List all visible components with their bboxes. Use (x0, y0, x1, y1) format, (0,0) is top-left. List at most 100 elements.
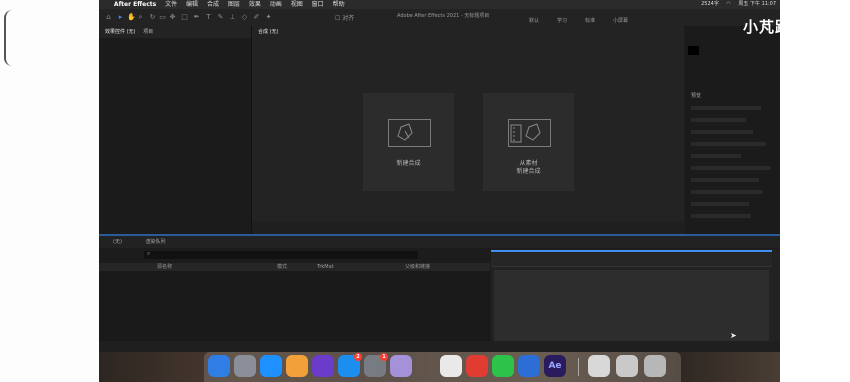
preview-row (691, 154, 741, 158)
pan-behind-tool-icon[interactable]: ✥ (169, 14, 176, 21)
info-preview-panel: 预览 (685, 26, 780, 234)
preview-row (691, 106, 761, 110)
timeline-track-area[interactable] (494, 270, 769, 341)
from-footage-label-2: 新建合成 (516, 168, 541, 175)
chrome-icon[interactable] (440, 355, 462, 377)
preview-row (691, 142, 766, 146)
timeline-tabbar: (无) 渲染队列 (99, 236, 780, 248)
system-preferences-icon[interactable]: 1 (364, 353, 388, 377)
composition-panel: 合成 (无) 新建合成 从素材 新建合成 (252, 26, 684, 234)
home-icon[interactable]: ⌂ (105, 14, 112, 21)
wechat-icon[interactable] (492, 355, 514, 377)
preview-row (691, 202, 749, 206)
menu-bar: After Effects 文件 编辑 合成 图层 效果 动画 视图 窗口 帮助 (99, 0, 780, 9)
mac-screen: After Effects 文件 编辑 合成 图层 效果 动画 视图 窗口 帮助… (99, 0, 780, 382)
menu-animation[interactable]: 动画 (270, 0, 282, 9)
stamp-tool-icon[interactable]: ⊥ (229, 14, 236, 21)
eraser-tool-icon[interactable]: ◇ (241, 14, 248, 21)
column-mode[interactable]: 模式 (277, 263, 287, 271)
comp-panel-tabbar: 合成 (无) (252, 26, 684, 38)
column-parent[interactable]: 父级和链接 (405, 263, 430, 271)
effect-panel-tabbar: 效果控件 (无) 项目 (99, 26, 251, 38)
folder-icon[interactable] (588, 355, 610, 377)
tab-timeline-none[interactable]: (无) (113, 239, 122, 245)
puppet-tool-icon[interactable]: ✦ (265, 14, 272, 21)
timeline-search-input[interactable] (144, 251, 418, 259)
app-name-menu[interactable]: After Effects (114, 0, 156, 9)
tab-project[interactable]: 项目 (143, 26, 153, 38)
preview-panel-title: 预览 (691, 93, 702, 99)
menu-help[interactable]: 帮助 (333, 0, 345, 9)
window-title: Adobe After Effects 2021 - 无标题项目 (397, 13, 490, 19)
menu-view[interactable]: 视图 (291, 0, 303, 9)
roto-tool-icon[interactable]: ✐ (253, 14, 260, 21)
system-preferences-badge: 1 (380, 353, 388, 361)
type-tool-icon[interactable]: T (205, 14, 212, 21)
selection-tool-icon[interactable]: ▸ (117, 14, 124, 21)
rectangle-tool-icon[interactable]: □ (181, 14, 188, 21)
wps-icon[interactable] (466, 355, 488, 377)
downloads-icon[interactable] (616, 355, 638, 377)
menu-composition[interactable]: 合成 (207, 0, 219, 9)
search-icon: ⌕ (147, 250, 151, 257)
pen-tool-icon[interactable]: ✒ (193, 14, 200, 21)
new-composition-card[interactable]: 新建合成 (363, 93, 454, 191)
tab-render-queue[interactable]: 渲染队列 (146, 239, 166, 245)
new-composition-label: 新建合成 (396, 160, 421, 167)
preview-row (691, 130, 753, 134)
new-comp-from-footage-card[interactable]: 从素材 新建合成 (483, 93, 574, 191)
column-trkmat[interactable]: TrkMat (317, 263, 334, 271)
memory-status[interactable]: 2524字 (701, 1, 719, 7)
menu-effect[interactable]: 效果 (249, 0, 261, 9)
timeline-column-header: 源名称 模式 TrkMat 父级和链接 (99, 263, 490, 271)
preview-row (691, 214, 751, 218)
rotate-tool-icon[interactable]: ↻ (149, 14, 156, 21)
time-ruler[interactable] (491, 253, 772, 267)
after-effects-icon[interactable]: Ae (544, 355, 566, 377)
menu-window[interactable]: 窗口 (312, 0, 324, 9)
safari-icon[interactable] (260, 355, 282, 377)
effect-controls-panel: 效果控件 (无) 项目 (99, 26, 252, 234)
timeline-layer-list[interactable] (99, 271, 490, 341)
camera-tool-icon[interactable]: ▭ (159, 14, 166, 21)
color-swatch (688, 46, 699, 55)
app-store-icon[interactable]: 2 (338, 353, 362, 377)
footage-composition-icon (508, 119, 551, 147)
app-store-badge: 2 (354, 353, 362, 361)
composition-icon (388, 119, 431, 147)
mouse-cursor-icon: ➤ (730, 331, 737, 340)
photos-icon[interactable] (286, 355, 308, 377)
snap-label: 对齐 (342, 15, 355, 22)
trash-icon[interactable] (644, 355, 666, 377)
launchpad-icon[interactable] (234, 355, 256, 377)
clock[interactable]: 周五 下午 11:07 (738, 1, 776, 7)
menu-layer[interactable]: 图层 (228, 0, 240, 9)
preview-row (691, 178, 759, 182)
menu-edit[interactable]: 编辑 (186, 0, 198, 9)
calendar-widget-icon[interactable] (390, 355, 412, 377)
composition-footer-bar (252, 222, 684, 234)
snap-checkbox[interactable]: ☐ 对齐 (335, 13, 354, 22)
finder-icon[interactable] (208, 355, 230, 377)
menu-status-area: 2524字 ◠ 周五 下午 11:07 (695, 0, 776, 9)
menu-file[interactable]: 文件 (165, 0, 177, 9)
composition-viewer[interactable]: 新建合成 从素材 新建合成 (252, 38, 684, 222)
workspace-standard[interactable]: 标准 (585, 17, 595, 24)
wifi-icon[interactable]: ◠ (726, 1, 730, 7)
workspace-default[interactable]: 默认 (529, 17, 539, 24)
watermark-name: 小芃路子野都 (743, 18, 780, 36)
work-area-bar[interactable] (491, 250, 772, 252)
workspace-learn[interactable]: 学习 (557, 17, 567, 24)
tools-toolbar: ⌂ ▸ ✋ ⌕ ↻ ▭ ✥ □ ✒ T ✎ ⊥ ◇ ✐ ✦ ☐ 对齐 Adobe… (99, 9, 780, 27)
hand-tool-icon[interactable]: ✋ (127, 14, 136, 21)
final-cut-pro-icon[interactable] (312, 355, 334, 377)
tab-effect-controls[interactable]: 效果控件 (无) (105, 26, 136, 38)
preview-row (691, 166, 771, 170)
edge-icon[interactable] (518, 355, 540, 377)
column-source-name[interactable]: 源名称 (157, 263, 172, 271)
workspace-small-screen[interactable]: 小屏幕 (613, 17, 628, 24)
tab-composition[interactable]: 合成 (无) (258, 26, 279, 38)
zoom-tool-icon[interactable]: ⌕ (137, 14, 144, 21)
right-background (780, 0, 850, 382)
brush-tool-icon[interactable]: ✎ (217, 14, 224, 21)
